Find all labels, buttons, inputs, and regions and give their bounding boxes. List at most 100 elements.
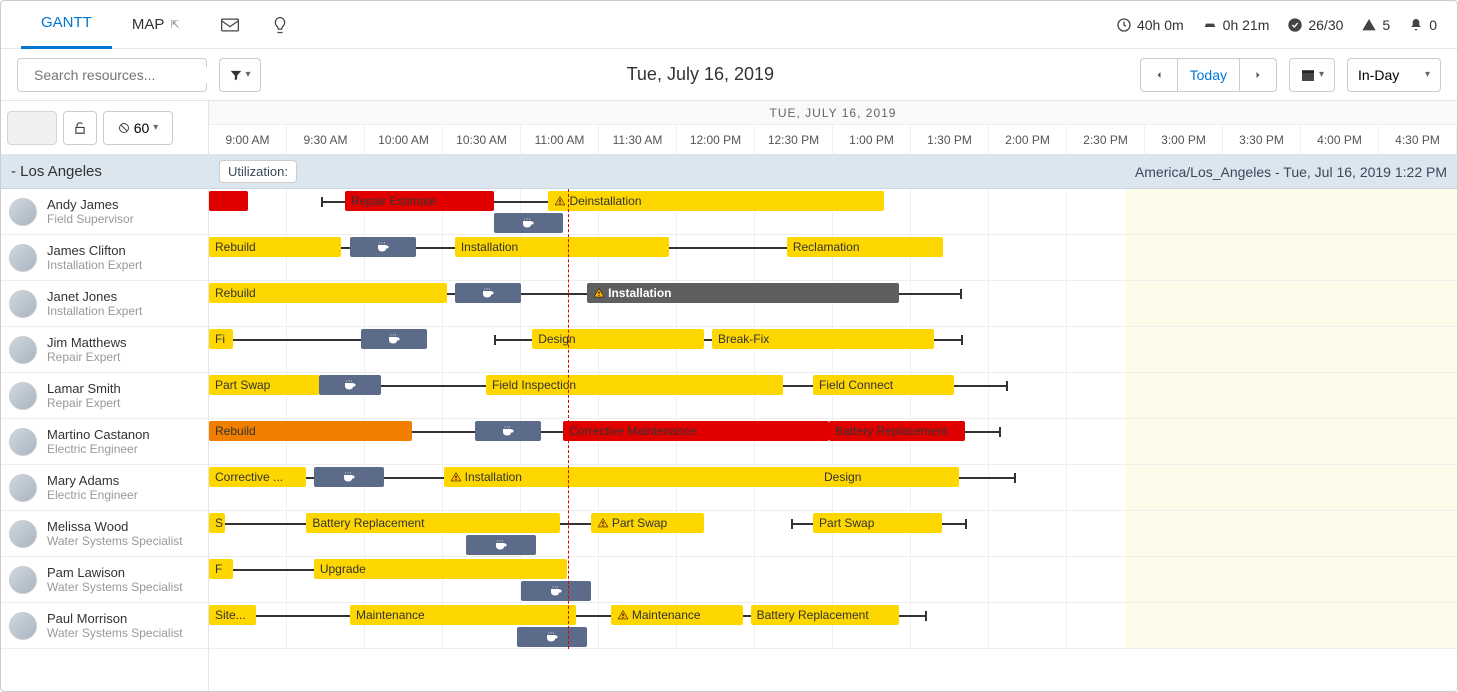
task-label: Part Swap — [612, 516, 667, 530]
task-label: Deinstallation — [569, 194, 641, 208]
avatar — [9, 382, 37, 410]
break-block[interactable] — [517, 627, 587, 647]
resource-row[interactable]: James CliftonInstallation Expert — [1, 235, 208, 281]
task-block[interactable]: Maintenance — [611, 605, 743, 625]
break-block[interactable] — [319, 375, 381, 395]
break-block[interactable] — [350, 237, 416, 257]
utilization-chip[interactable]: Utilization: — [219, 160, 297, 183]
resource-row[interactable]: Melissa WoodWater Systems Specialist — [1, 511, 208, 557]
filter-button[interactable]: ▾ — [219, 58, 261, 92]
task-block[interactable]: Field Inspection — [486, 375, 783, 395]
task-block[interactable]: Design — [818, 467, 959, 487]
next-button[interactable] — [1240, 59, 1276, 91]
stat-bell-value: 0 — [1429, 17, 1437, 33]
avatar — [9, 336, 37, 364]
task-block[interactable]: Corrective ... — [209, 467, 306, 487]
gantt-row: Rebuild Installation Reclamation — [209, 235, 1457, 281]
view-select[interactable]: In-Day ▾ — [1347, 58, 1441, 92]
task-block[interactable]: Maintenance — [350, 605, 576, 625]
task-block[interactable]: Site... — [209, 605, 256, 625]
zoom-select[interactable]: 60 ▾ — [103, 111, 173, 145]
coffee-icon — [343, 378, 357, 392]
task-block[interactable] — [209, 191, 248, 211]
resource-name: Andy James — [47, 197, 134, 212]
task-block[interactable]: Fi — [209, 329, 233, 349]
resource-row[interactable]: Lamar SmithRepair Expert — [1, 373, 208, 419]
travel-segment — [251, 615, 365, 617]
task-block[interactable]: Installation — [587, 283, 899, 303]
task-block[interactable]: F — [209, 559, 233, 579]
resource-row[interactable]: Jim MatthewsRepair Expert — [1, 327, 208, 373]
task-block[interactable]: Deinstallation — [548, 191, 884, 211]
task-block[interactable]: Installation — [444, 467, 822, 487]
task-label: Design — [824, 470, 861, 484]
break-block[interactable] — [361, 329, 427, 349]
task-block[interactable]: Repair Estimate — [345, 191, 494, 211]
view-select-label: In-Day — [1358, 67, 1399, 83]
task-label: Field Inspection — [492, 378, 576, 392]
today-button[interactable]: Today — [1178, 59, 1240, 91]
avatar — [9, 612, 37, 640]
break-block[interactable] — [314, 467, 384, 487]
prev-button[interactable] — [1141, 59, 1178, 91]
tab-map-label: MAP — [132, 1, 165, 49]
stat-bell: 0 — [1408, 17, 1437, 33]
lock-button[interactable] — [63, 111, 97, 145]
tab-gantt-label: GANTT — [41, 0, 92, 47]
search-box[interactable] — [17, 58, 207, 92]
break-block[interactable] — [466, 535, 536, 555]
resource-role: Field Supervisor — [47, 212, 134, 226]
resource-role: Repair Expert — [47, 350, 126, 364]
task-block[interactable]: Rebuild — [209, 237, 341, 257]
break-block[interactable] — [475, 421, 541, 441]
task-block[interactable]: Upgrade — [314, 559, 567, 579]
mail-icon[interactable] — [220, 15, 240, 35]
task-block[interactable]: Field Connect — [813, 375, 954, 395]
task-block[interactable]: Battery Replacement — [751, 605, 900, 625]
task-block[interactable]: Battery Replacement — [829, 421, 965, 441]
task-label: Corrective Maintenance — [569, 424, 696, 438]
gantt-row: Fi Design Break-Fix — [209, 327, 1457, 373]
break-block[interactable] — [521, 581, 591, 601]
search-input[interactable] — [34, 67, 215, 83]
resource-row[interactable]: Andy JamesField Supervisor — [1, 189, 208, 235]
task-label: Reclamation — [793, 240, 860, 254]
task-block[interactable]: Battery Replacement — [306, 513, 559, 533]
avatar — [9, 290, 37, 318]
task-block[interactable]: S — [209, 513, 225, 533]
resource-row[interactable]: Pam LawisonWater Systems Specialist — [1, 557, 208, 603]
avatar — [9, 428, 37, 456]
resource-row[interactable]: Mary AdamsElectric Engineer — [1, 465, 208, 511]
task-block[interactable]: Part Swap — [813, 513, 942, 533]
task-block[interactable]: Part Swap — [209, 375, 319, 395]
location-bar[interactable]: - Los Angeles — [1, 155, 208, 189]
time-slot: 1:30 PM — [911, 125, 989, 154]
calendar-button[interactable]: ▾ — [1289, 58, 1335, 92]
time-slot: 12:00 PM — [677, 125, 755, 154]
break-block[interactable] — [494, 213, 564, 233]
resource-row[interactable]: Janet JonesInstallation Expert — [1, 281, 208, 327]
coffee-icon — [376, 240, 390, 254]
hint-icon[interactable] — [270, 15, 290, 35]
tab-gantt[interactable]: GANTT — [21, 1, 112, 49]
resource-role: Water Systems Specialist — [47, 580, 183, 594]
travel-segment — [895, 293, 961, 295]
task-block[interactable]: Installation — [455, 237, 670, 257]
tab-map[interactable]: MAP ⇱ — [112, 1, 200, 49]
task-block[interactable]: Corrective Maintenance — [563, 421, 829, 441]
resource-row[interactable]: Paul MorrisonWater Systems Specialist — [1, 603, 208, 649]
blank-control[interactable] — [7, 111, 57, 145]
coffee-icon — [342, 470, 356, 484]
resource-name: Janet Jones — [47, 289, 142, 304]
avatar — [9, 474, 37, 502]
task-block[interactable]: Design — [532, 329, 704, 349]
gantt-row: Corrective ... InstallationDesign — [209, 465, 1457, 511]
task-label: Field Connect — [819, 378, 893, 392]
task-block[interactable]: Part Swap — [591, 513, 705, 533]
break-block[interactable] — [455, 283, 521, 303]
resource-row[interactable]: Martino CastanonElectric Engineer — [1, 419, 208, 465]
task-block[interactable]: Reclamation — [787, 237, 943, 257]
task-block[interactable]: Rebuild — [209, 421, 412, 441]
task-block[interactable]: Break-Fix — [712, 329, 934, 349]
task-block[interactable]: Rebuild — [209, 283, 447, 303]
